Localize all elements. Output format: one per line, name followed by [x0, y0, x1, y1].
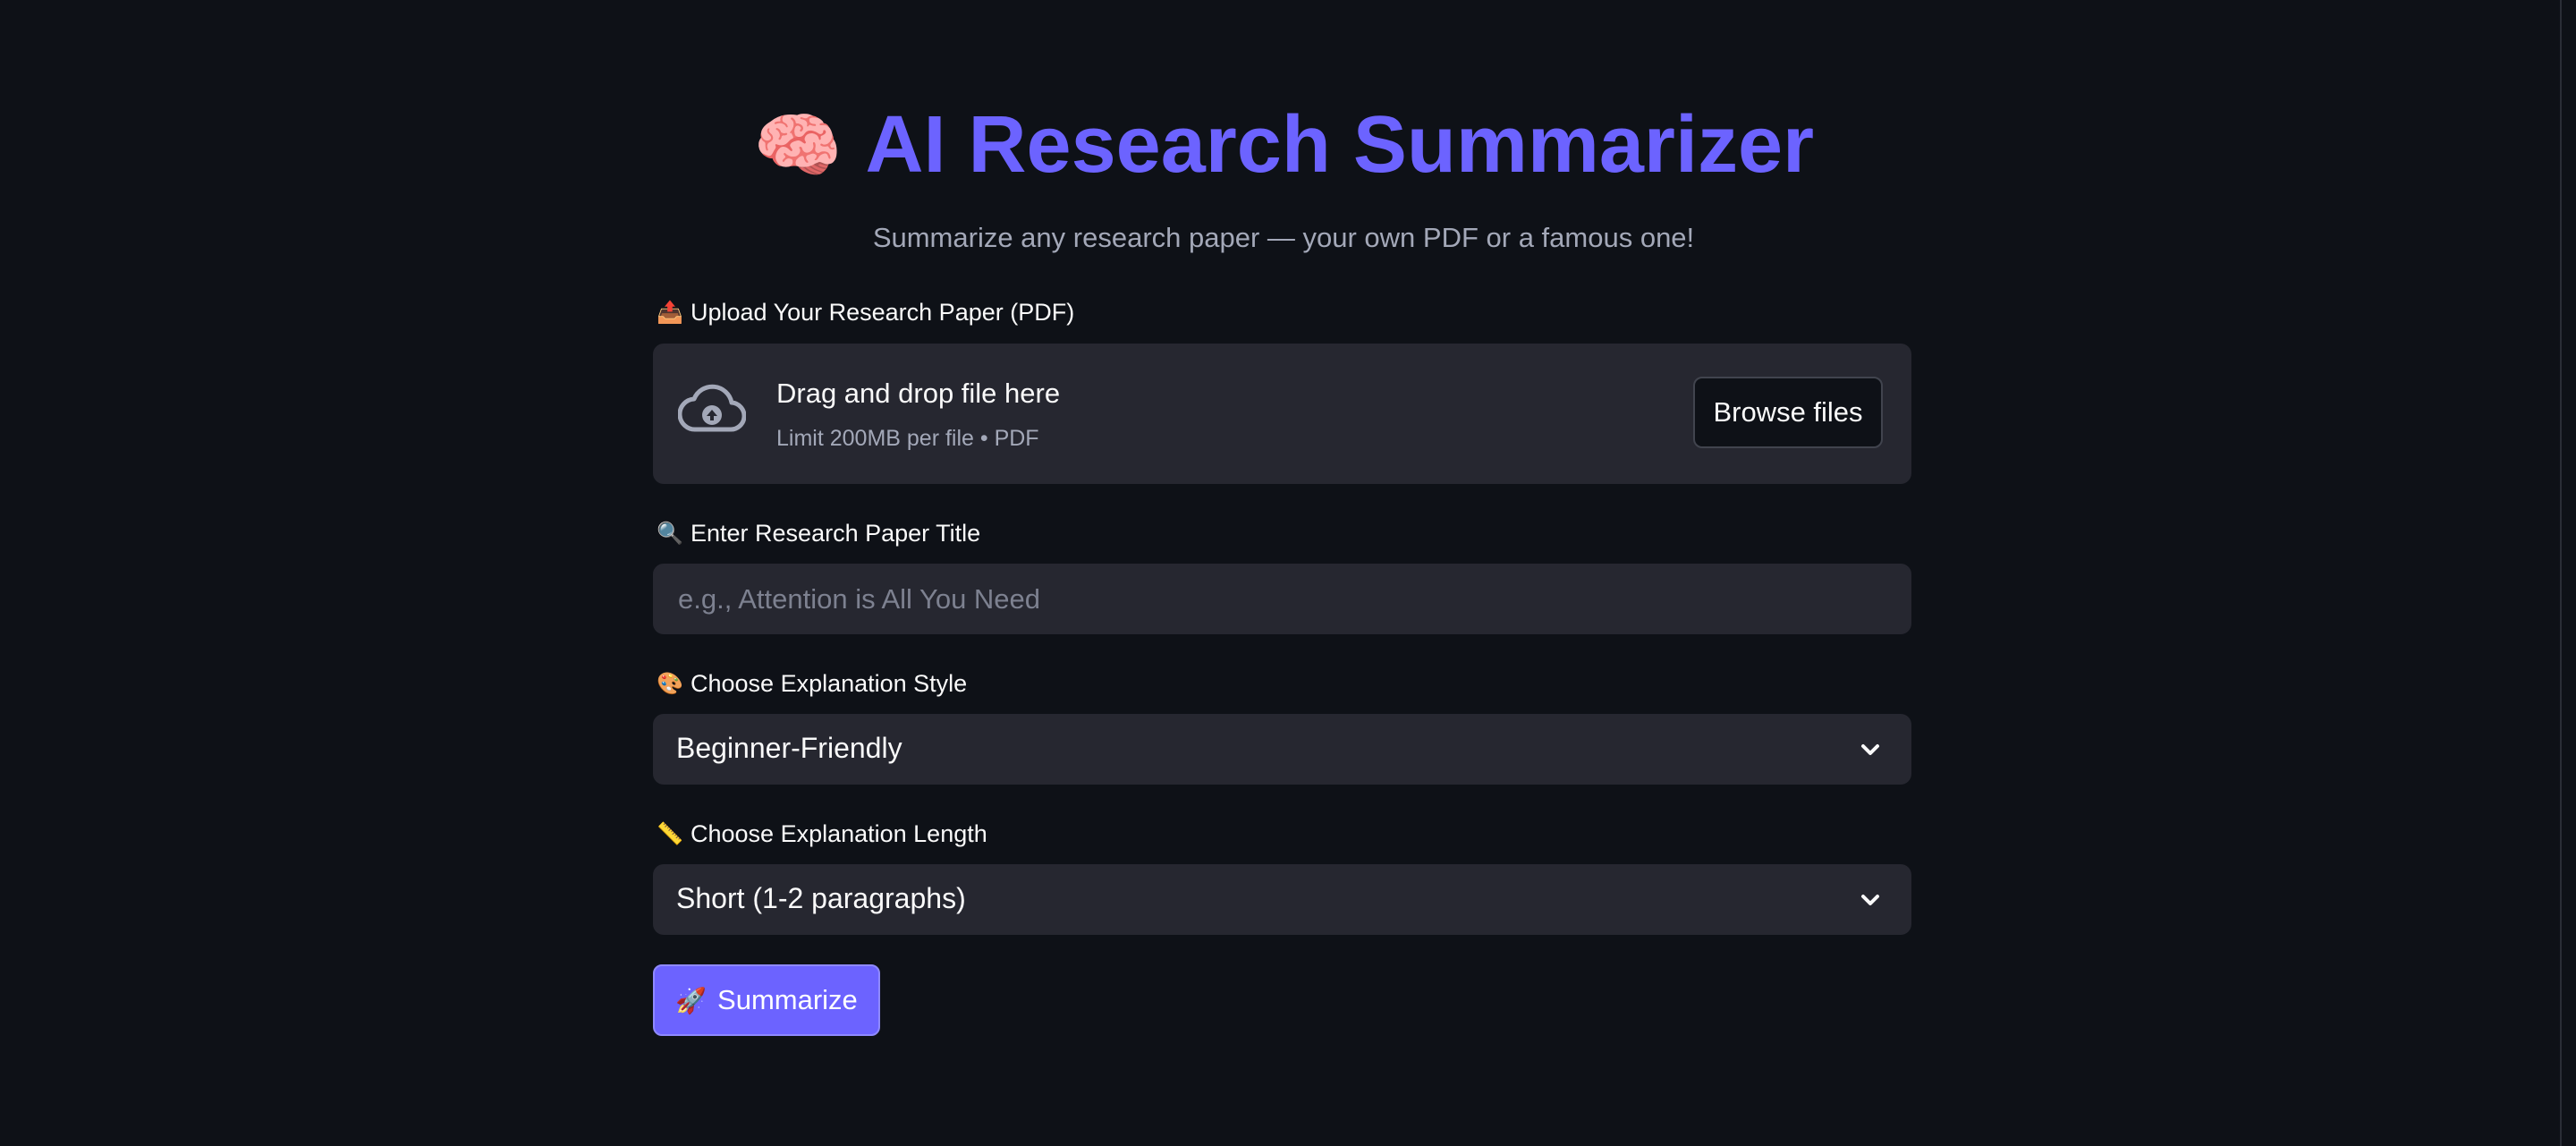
title-input-label: 🔍 Enter Research Paper Title	[657, 520, 980, 548]
page-title: 🧠 AI Research Summarizer	[0, 89, 2567, 201]
length-select-label-text: Choose Explanation Length	[691, 820, 987, 847]
rocket-icon: 🚀	[675, 986, 708, 1014]
length-select-label: 📏 Choose Explanation Length	[657, 820, 987, 848]
page-title-text: AI Research Summarizer	[865, 100, 1815, 190]
brain-icon: 🧠	[752, 105, 843, 185]
page-scrollbar[interactable]	[2560, 0, 2576, 1146]
browse-files-button[interactable]: Browse files	[1693, 377, 1883, 448]
explanation-length-select[interactable]: Short (1-2 paragraphs)	[653, 864, 1911, 935]
file-dropzone[interactable]: Drag and drop file here Limit 200MB per …	[653, 344, 1911, 484]
chevron-down-icon	[1861, 895, 1879, 905]
style-select-label-text: Choose Explanation Style	[691, 670, 968, 697]
ruler-icon: 📏	[657, 822, 683, 846]
magnifying-glass-icon: 🔍	[657, 522, 683, 546]
explanation-length-value: Short (1-2 paragraphs)	[676, 882, 966, 914]
dropzone-title: Drag and drop file here	[776, 378, 1061, 409]
cloud-upload-icon	[678, 384, 746, 432]
upload-label: 📤 Upload Your Research Paper (PDF)	[657, 299, 1074, 327]
palette-icon: 🎨	[657, 672, 683, 696]
outbox-tray-icon: 📤	[657, 301, 683, 325]
title-input-label-text: Enter Research Paper Title	[691, 520, 981, 547]
upload-label-text: Upload Your Research Paper (PDF)	[691, 299, 1075, 326]
page-subtitle: Summarize any research paper — your own …	[872, 222, 1695, 253]
summarize-button[interactable]: 🚀 Summarize	[653, 964, 880, 1036]
explanation-style-value: Beginner-Friendly	[676, 732, 902, 764]
dropzone-hint: Limit 200MB per file • PDF	[776, 426, 1039, 451]
explanation-style-select[interactable]: Beginner-Friendly	[653, 714, 1911, 785]
paper-title-input[interactable]	[653, 564, 1911, 634]
app-page: 🧠 AI Research Summarizer Summarize any r…	[0, 0, 2576, 1146]
style-select-label: 🎨 Choose Explanation Style	[657, 670, 967, 698]
chevron-down-icon	[1861, 744, 1879, 755]
summarize-button-label: Summarize	[717, 984, 858, 1015]
